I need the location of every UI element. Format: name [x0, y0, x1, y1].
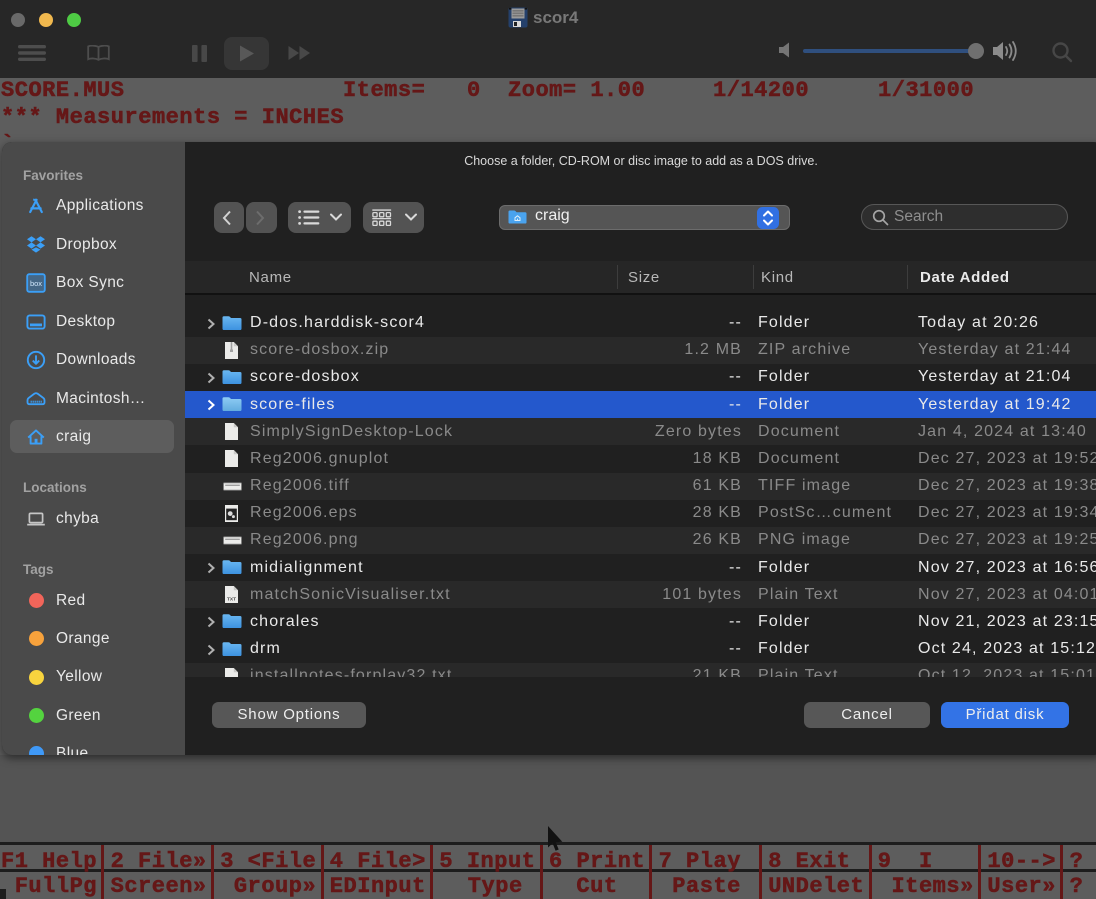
svg-text:TXT: TXT: [227, 597, 236, 603]
svg-text:box: box: [30, 279, 42, 288]
